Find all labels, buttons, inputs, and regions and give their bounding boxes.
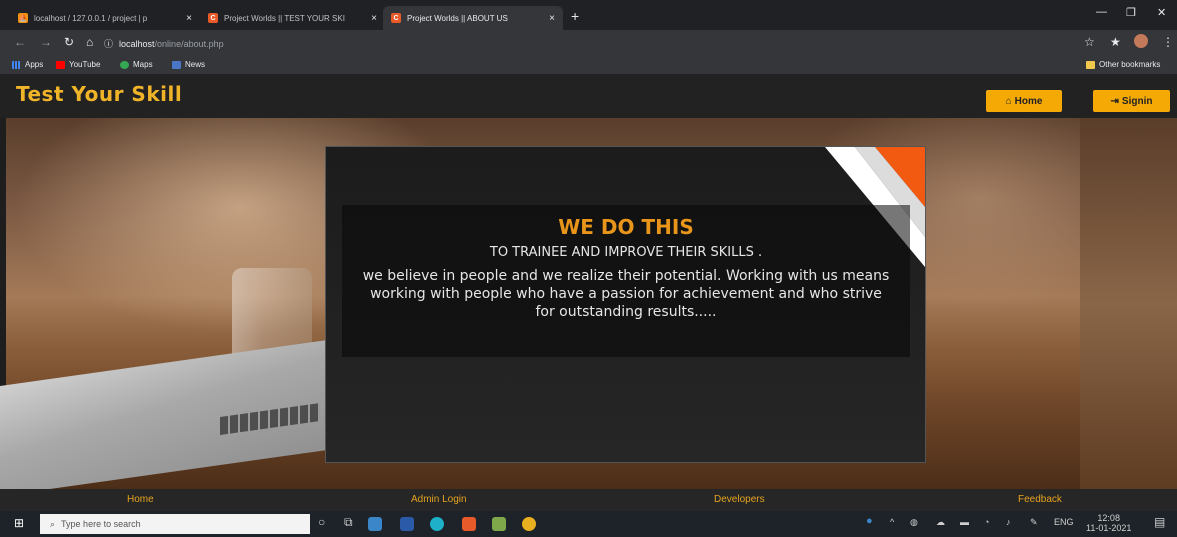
help-icon[interactable]: ● [866,515,873,527]
content-panel: WE DO THIS TO TRAINEE AND IMPROVE THEIR … [342,205,910,357]
battery-icon[interactable]: ▬ [960,517,969,527]
folder-icon [1086,60,1095,69]
browser-toolbar: ← → ↻ ⌂ ⓘ localhost/online/about.php ☆ ★… [0,30,1177,57]
pen-icon[interactable]: ✎ [1030,517,1038,528]
profile-avatar[interactable] [1134,34,1148,48]
bookmark-maps[interactable]: Maps [120,60,153,69]
info-icon: ⓘ [104,39,114,49]
tab-test-your-skill[interactable]: C Project Worlds || TEST YOUR SKI × [200,6,385,30]
footer-link-feedback[interactable]: Feedback [1018,494,1062,505]
bookmark-apps[interactable]: Apps [12,60,43,69]
apps-grid-icon [12,60,21,69]
wifi-icon[interactable]: ◔ [984,517,989,527]
chrome-icon[interactable] [522,517,536,531]
onedrive-icon[interactable]: ☁ [936,517,945,528]
browser-tab-strip: ⛵ localhost / 127.0.0.1 / project | p × … [0,0,1177,30]
search-icon: ⌕ [50,518,56,529]
forward-icon[interactable]: → [40,35,52,49]
site-header: Test Your Skill ⌂ Home ⇥ Signin [0,74,1177,118]
footer-nav: Home Admin Login Developers Feedback [0,489,1177,511]
xampp-icon[interactable] [462,517,476,531]
reload-icon[interactable]: ↻ [64,35,74,49]
close-tab-icon[interactable]: × [371,13,377,24]
back-icon[interactable]: ← [14,35,26,49]
extensions-icon[interactable]: ★ [1110,35,1121,49]
site-favicon-icon: C [391,13,401,23]
maps-icon [120,60,129,69]
card-subheading: TO TRAINEE AND IMPROVE THEIR SKILLS . [489,245,763,260]
home-icon: ⌂ [1005,95,1012,107]
clock[interactable]: 12:08 11-01-2021 [1086,513,1131,533]
footer-link-admin-login[interactable]: Admin Login [411,494,467,505]
home-button[interactable]: ⌂ Home [986,90,1062,112]
close-tab-icon[interactable]: × [549,13,555,24]
site-favicon-icon: C [208,13,218,23]
background-photo-edge [1080,118,1177,489]
home-icon[interactable]: ⌂ [86,35,93,49]
show-hidden-icons-icon[interactable]: ^ [890,517,894,527]
youtube-icon [56,60,65,69]
notepad-icon[interactable] [492,517,506,531]
hero-section: WE DO THIS TO TRAINEE AND IMPROVE THEIR … [0,118,1177,489]
minimize-icon[interactable]: — [1096,6,1107,18]
card-body-text: we believe in people and we realize thei… [362,268,890,320]
other-bookmarks[interactable]: Other bookmarks [1086,60,1160,69]
signin-button[interactable]: ⇥ Signin [1093,90,1170,112]
menu-icon[interactable]: ⋮ [1162,35,1174,49]
maximize-icon[interactable]: ❐ [1126,6,1136,19]
volume-icon[interactable]: ♪ [1006,517,1011,527]
task-view-icon[interactable]: ⧉ [344,515,353,530]
network-icon[interactable]: ◍ [910,517,918,528]
windows-start-icon[interactable]: ⊞ [14,516,24,530]
close-window-icon[interactable]: ✕ [1157,6,1166,19]
card-heading: WE DO THIS [558,215,694,239]
site-brand[interactable]: Test Your Skill [16,82,182,106]
cortana-icon[interactable]: ○ [318,515,325,529]
taskbar-search[interactable]: ⌕ Type here to search [40,514,310,534]
footer-link-home[interactable]: Home [127,494,154,505]
word-icon[interactable] [400,517,414,531]
windows-taskbar: ⊞ ⌕ Type here to search ○ ⧉ ● ^ ◍ ☁ ▬ ◔ … [0,511,1177,537]
edge-icon[interactable] [430,517,444,531]
star-icon[interactable]: ☆ [1084,35,1095,49]
bookmarks-bar: Apps YouTube Maps News Other bookmarks [0,57,1177,74]
close-tab-icon[interactable]: × [186,13,192,24]
tab-phpmyadmin[interactable]: ⛵ localhost / 127.0.0.1 / project | p × [10,6,200,30]
new-tab-icon[interactable]: + [571,8,579,24]
news-icon [172,60,181,69]
bookmark-youtube[interactable]: YouTube [56,60,100,69]
tab-about-us[interactable]: C Project Worlds || ABOUT US × [383,6,563,30]
about-card: WE DO THIS TO TRAINEE AND IMPROVE THEIR … [325,146,926,463]
signin-icon: ⇥ [1110,95,1119,107]
address-bar[interactable]: ⓘ localhost/online/about.php [104,34,1066,53]
footer-link-developers[interactable]: Developers [714,494,765,505]
phpmyadmin-icon: ⛵ [18,13,28,23]
language-indicator[interactable]: ENG [1054,517,1074,527]
bookmark-news[interactable]: News [172,60,205,69]
notifications-icon[interactable]: ▤ [1154,515,1165,529]
file-explorer-icon[interactable] [368,517,382,531]
